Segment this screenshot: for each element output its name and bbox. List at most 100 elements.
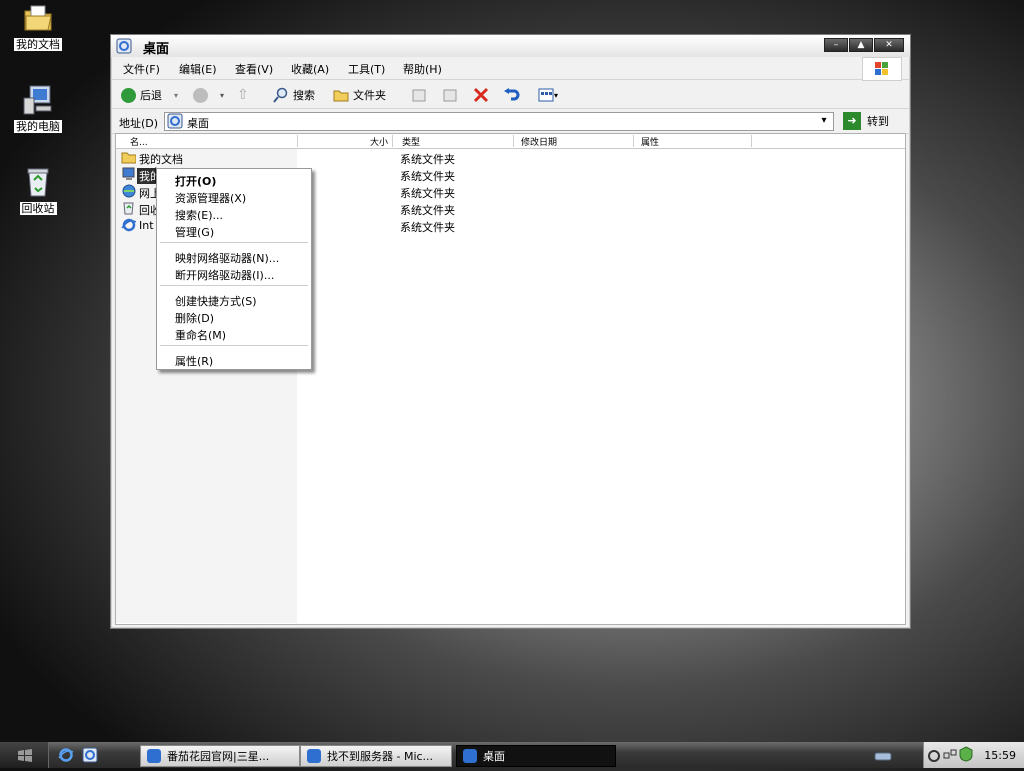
recycle-bin-small-icon bbox=[123, 202, 134, 215]
folder-documents-icon bbox=[121, 152, 136, 164]
search-label: 搜索 bbox=[293, 89, 315, 102]
ctx-search[interactable]: 搜索(E)... bbox=[175, 207, 223, 223]
go-arrow-icon: ➜ bbox=[843, 112, 861, 130]
item-type: 系统文件夹 bbox=[400, 153, 455, 166]
col-name[interactable]: 名... bbox=[130, 135, 298, 148]
ctx-delete[interactable]: 删除(D) bbox=[175, 310, 214, 326]
ctx-separator bbox=[160, 345, 308, 346]
task-button-tomato-garden[interactable]: 番茄花园官网|三星... bbox=[140, 745, 300, 767]
back-label: 后退 bbox=[140, 89, 162, 102]
folders-button[interactable]: 文件夹 bbox=[333, 86, 386, 104]
menu-tools[interactable]: 工具(T) bbox=[348, 61, 385, 77]
network-globe-icon bbox=[122, 184, 136, 198]
desktop-icon-label: 我的电脑 bbox=[14, 120, 62, 133]
task-button-desktop[interactable]: 桌面 bbox=[456, 745, 616, 767]
go-label: 转到 bbox=[867, 115, 889, 128]
item-name: Int bbox=[139, 219, 154, 232]
language-bar-icon[interactable] bbox=[874, 747, 892, 763]
desktop-icon-recycle-bin[interactable]: 回收站 bbox=[8, 166, 68, 215]
copy-to-button[interactable] bbox=[442, 86, 458, 104]
up-arrow-icon: ⇧ bbox=[237, 87, 249, 103]
start-button[interactable] bbox=[0, 742, 49, 768]
undo-icon bbox=[504, 88, 520, 101]
folders-label: 文件夹 bbox=[353, 89, 386, 102]
address-value: 桌面 bbox=[187, 117, 209, 130]
internet-explorer-icon bbox=[121, 218, 136, 232]
back-dropdown-icon[interactable]: ▾ bbox=[174, 91, 178, 100]
delete-x-icon bbox=[473, 87, 489, 103]
ctx-open[interactable]: 打开(O) bbox=[175, 173, 216, 189]
col-attributes[interactable]: 属性 bbox=[641, 135, 752, 148]
move-to-button[interactable] bbox=[411, 86, 427, 104]
quicklaunch-ie-icon[interactable] bbox=[58, 747, 74, 763]
security-icon[interactable] bbox=[959, 746, 973, 762]
ctx-rename[interactable]: 重命名(M) bbox=[175, 327, 226, 343]
close-button[interactable]: ✕ bbox=[874, 38, 904, 52]
windows-flag-icon bbox=[18, 749, 32, 762]
delete-button[interactable] bbox=[473, 86, 489, 104]
search-button[interactable]: 搜索 bbox=[273, 86, 315, 104]
item-type: 系统文件夹 bbox=[400, 221, 455, 234]
copy-to-icon bbox=[443, 89, 457, 102]
computer-icon bbox=[122, 167, 135, 180]
clock[interactable]: 15:59 bbox=[984, 749, 1016, 762]
go-button[interactable]: ➜ 转到 bbox=[843, 112, 889, 130]
item-name: 我的文档 bbox=[139, 153, 183, 166]
back-arrow-icon bbox=[121, 87, 136, 103]
ie-page-icon bbox=[307, 749, 321, 763]
my-computer-icon bbox=[22, 84, 54, 116]
recycle-bin-icon bbox=[22, 166, 54, 198]
quicklaunch-desktop-icon[interactable] bbox=[82, 747, 98, 763]
undo-button[interactable] bbox=[503, 86, 521, 104]
menu-favorites[interactable]: 收藏(A) bbox=[291, 61, 329, 77]
col-modified[interactable]: 修改日期 bbox=[521, 135, 634, 148]
item-type: 系统文件夹 bbox=[400, 170, 455, 183]
menu-file[interactable]: 文件(F) bbox=[123, 61, 160, 77]
move-to-icon bbox=[412, 89, 426, 102]
ctx-properties[interactable]: 属性(R) bbox=[175, 353, 213, 369]
my-documents-icon bbox=[22, 2, 54, 34]
volume-icon[interactable] bbox=[927, 747, 941, 763]
ctx-manage[interactable]: 管理(G) bbox=[175, 224, 214, 240]
ctx-explorer[interactable]: 资源管理器(X) bbox=[175, 190, 246, 206]
menu-view[interactable]: 查看(V) bbox=[235, 61, 273, 77]
task-label: 番茄花园官网|三星... bbox=[167, 750, 270, 763]
desktop-icon-my-documents[interactable]: 我的文档 bbox=[8, 2, 68, 51]
desktop-icon-label: 回收站 bbox=[19, 202, 57, 215]
up-folder-button[interactable]: ⇧ bbox=[237, 86, 249, 104]
task-button-server-not-found[interactable]: 找不到服务器 - Mic... bbox=[300, 745, 452, 767]
col-type[interactable]: 类型 bbox=[402, 135, 514, 148]
system-tray: 15:59 bbox=[923, 742, 1024, 768]
address-dropdown-icon[interactable]: ▾ bbox=[817, 115, 831, 128]
folder-ie-icon bbox=[116, 38, 132, 54]
views-dropdown-icon: ▾ bbox=[554, 90, 559, 100]
menu-edit[interactable]: 编辑(E) bbox=[179, 61, 217, 77]
ctx-map-drive[interactable]: 映射网络驱动器(N)... bbox=[175, 250, 279, 266]
forward-dropdown-icon[interactable]: ▾ bbox=[220, 91, 224, 100]
col-size[interactable]: 大小 bbox=[298, 135, 393, 148]
views-button[interactable]: ▾ bbox=[538, 86, 558, 104]
taskbar: 番茄花园官网|三星... 找不到服务器 - Mic... 桌面 15:59 bbox=[0, 742, 1024, 768]
maximize-button[interactable]: ▲ bbox=[849, 38, 873, 52]
windows-logo-icon bbox=[862, 57, 902, 81]
desktop-icon-label: 我的文档 bbox=[14, 38, 62, 51]
forward-arrow-icon bbox=[193, 87, 208, 103]
menu-help[interactable]: 帮助(H) bbox=[403, 61, 442, 77]
ctx-create-shortcut[interactable]: 创建快捷方式(S) bbox=[175, 293, 257, 309]
forward-button[interactable]: ▾ bbox=[193, 86, 224, 104]
column-headers: 名... 大小 类型 修改日期 属性 bbox=[116, 134, 905, 149]
folder-icon bbox=[333, 90, 349, 102]
desktop-icon-my-computer[interactable]: 我的电脑 bbox=[8, 84, 68, 133]
title-bar[interactable]: 桌面 – ▲ ✕ bbox=[111, 35, 910, 57]
window-title: 桌面 bbox=[143, 42, 170, 57]
item-type: 系统文件夹 bbox=[400, 187, 455, 200]
minimize-button[interactable]: – bbox=[824, 38, 848, 52]
list-item-my-documents[interactable]: 我的文档 系统文件夹 bbox=[116, 149, 905, 166]
task-label: 桌面 bbox=[483, 750, 505, 763]
network-icon[interactable] bbox=[943, 747, 957, 763]
address-input[interactable]: 桌面 ▾ bbox=[164, 112, 834, 131]
ctx-disconnect-drive[interactable]: 断开网络驱动器(I)... bbox=[175, 267, 274, 283]
back-button[interactable]: 后退 ▾ bbox=[121, 86, 178, 104]
folder-ie-icon bbox=[463, 749, 477, 763]
context-menu: 打开(O) 资源管理器(X) 搜索(E)... 管理(G) 映射网络驱动器(N)… bbox=[156, 168, 312, 370]
